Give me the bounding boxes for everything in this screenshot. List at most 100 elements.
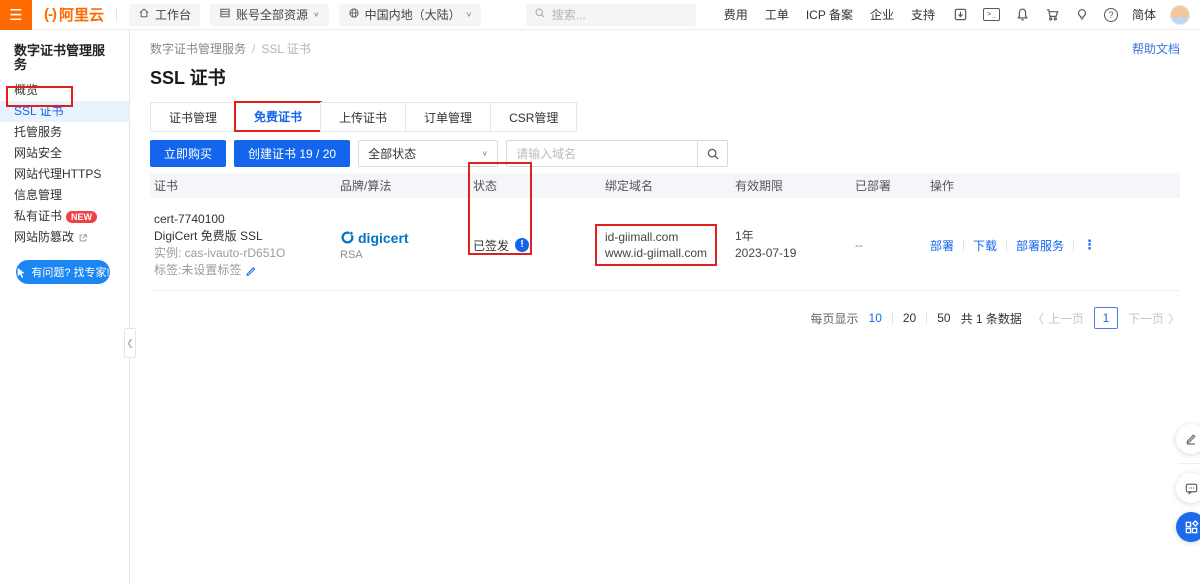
sidebar-item-website-security[interactable]: 网站安全 [0, 143, 129, 164]
download-action[interactable]: 下载 [973, 237, 997, 254]
certificate-instance: 实例: cas-ivauto-rD651O [154, 245, 340, 262]
sidebar-item-proxy-https[interactable]: 网站代理HTTPS [0, 164, 129, 185]
region-selector[interactable]: 中国内地（大陆） ∨ [339, 4, 482, 26]
topbar-link-support[interactable]: 支持 [911, 6, 935, 23]
sidebar: 数字证书管理服务 概览 SSL 证书 托管服务 网站安全 网站代理HTTPS 信… [0, 30, 130, 585]
help-docs-link[interactable]: 帮助文档 [1132, 40, 1180, 57]
buy-now-button[interactable]: 立即购买 [150, 140, 226, 167]
user-avatar[interactable] [1170, 5, 1190, 25]
shopping-cart-icon[interactable] [1045, 7, 1060, 22]
per-page-label: 每页显示 [811, 310, 859, 327]
sidebar-item-overview[interactable]: 概览 [0, 80, 129, 101]
workbench-button[interactable]: 工作台 [129, 4, 200, 26]
app-download-icon[interactable] [953, 7, 968, 22]
domains-cell: id-giimall.com www.id-giimall.com [605, 224, 735, 266]
tab-certificate-management[interactable]: 证书管理 [150, 102, 236, 132]
domain-www: www.id-giimall.com [605, 245, 707, 261]
next-page-button[interactable]: 下一页 〉 [1128, 310, 1180, 327]
breadcrumb-parent[interactable]: 数字证书管理服务 [150, 40, 246, 57]
create-certificate-button[interactable]: 创建证书 19 / 20 [234, 140, 350, 167]
page-size-20[interactable]: 20 [903, 311, 916, 325]
tab-bar: 证书管理 免费证书 上传证书 订单管理 CSR管理 [150, 102, 1180, 132]
deploy-service-action[interactable]: 部署服务 [1016, 237, 1064, 254]
resource-selector[interactable]: 账号全部资源 ∨ [210, 4, 329, 26]
sidebar-title: 数字证书管理服务 [0, 44, 129, 72]
search-placeholder: 搜索... [552, 6, 586, 23]
breadcrumb-separator: / [252, 42, 255, 56]
domain-search-input[interactable] [506, 140, 698, 167]
edit-tags-icon[interactable] [245, 265, 256, 276]
digicert-mark-icon [340, 230, 355, 245]
tab-free-certificates[interactable]: 免费证书 [235, 102, 321, 132]
language-switcher[interactable]: 简体 [1132, 6, 1156, 23]
tab-order-management[interactable]: 订单管理 [405, 102, 491, 132]
tab-upload-certificate[interactable]: 上传证书 [320, 102, 406, 132]
globe-icon [348, 7, 360, 22]
divider [926, 313, 927, 324]
ask-expert-button[interactable]: 有问题? 找专家! [16, 260, 110, 284]
domain-search-group [506, 140, 728, 167]
divider [1073, 239, 1074, 251]
breadcrumb-current: SSL 证书 [261, 40, 311, 57]
logo-bracket-mark: (-) [44, 6, 56, 23]
chevron-right-icon: 〉 [1168, 310, 1180, 327]
current-page-button[interactable]: 1 [1094, 307, 1118, 329]
topbar-link-enterprise[interactable]: 企业 [870, 6, 894, 23]
breadcrumb: 数字证书管理服务 / SSL 证书 帮助文档 [150, 40, 1180, 57]
help-question-icon[interactable]: ? [1104, 8, 1118, 22]
search-icon [706, 147, 720, 161]
lightbulb-icon[interactable] [1075, 7, 1089, 22]
topbar-link-billing[interactable]: 费用 [724, 6, 748, 23]
topbar-link-tickets[interactable]: 工单 [765, 6, 789, 23]
tab-csr-management[interactable]: CSR管理 [490, 102, 577, 132]
hamburger-menu-icon[interactable]: ☰ [0, 0, 32, 30]
info-icon[interactable]: ! [515, 238, 529, 252]
page-size-10[interactable]: 10 [869, 311, 882, 325]
search-icon [534, 7, 546, 22]
global-search-input[interactable]: 搜索... [526, 4, 696, 26]
brand-name: digicert [358, 230, 409, 246]
page-size-50[interactable]: 50 [937, 311, 950, 325]
certificate-cell: cert-7740100 DigiCert 免费版 SSL 实例: cas-iv… [150, 211, 340, 279]
feedback-edit-button[interactable] [1176, 424, 1200, 454]
aliyun-logo[interactable]: (-) 阿里云 [44, 4, 104, 25]
cloudshell-terminal-icon[interactable]: >_ [983, 8, 1000, 21]
status-filter-value: 全部状态 [368, 145, 416, 162]
table-row: cert-7740100 DigiCert 免费版 SSL 实例: cas-iv… [150, 198, 1180, 291]
validity-cell: 1年 2023-07-19 [735, 228, 855, 262]
sidebar-item-info-management[interactable]: 信息管理 [0, 185, 129, 206]
table-header-row: 证书 品牌/算法 状态 绑定域名 有效期限 已部署 操作 [150, 173, 1180, 198]
domain-search-button[interactable] [698, 140, 728, 167]
chevron-down-icon: ∨ [481, 149, 488, 158]
resource-selector-label: 账号全部资源 [236, 6, 308, 23]
chat-support-button[interactable] [1176, 473, 1200, 503]
chat-bubble-icon [1184, 481, 1199, 496]
header-validity: 有效期限 [735, 177, 855, 194]
more-actions-icon[interactable]: ⋮ [1083, 237, 1096, 253]
notification-bell-icon[interactable] [1015, 7, 1030, 22]
validity-period: 1年 [735, 228, 855, 245]
sidebar-item-private-certificates[interactable]: 私有证书 NEW [0, 206, 129, 227]
external-link-icon [78, 233, 88, 243]
status-filter-select[interactable]: 全部状态 ∨ [358, 140, 498, 167]
main-content: 数字证书管理服务 / SSL 证书 帮助文档 SSL 证书 证书管理 免费证书 … [130, 30, 1200, 585]
sidebar-item-ssl-certificates[interactable]: SSL 证书 [0, 101, 129, 122]
chevron-left-icon: 〈 [1032, 310, 1044, 327]
sidebar-collapse-handle[interactable]: ❮ [124, 328, 136, 358]
digicert-logo: digicert [340, 230, 473, 246]
header-status: 状态 [473, 177, 605, 194]
logo-text: 阿里云 [59, 4, 104, 25]
sidebar-item-hosting-service[interactable]: 托管服务 [0, 122, 129, 143]
topbar-link-icp[interactable]: ICP 备案 [806, 6, 853, 23]
deploy-action[interactable]: 部署 [930, 237, 954, 254]
certificates-table: 证书 品牌/算法 状态 绑定域名 有效期限 已部署 操作 cert-774010… [150, 173, 1180, 291]
prev-page-button[interactable]: 〈 上一页 [1032, 310, 1084, 327]
certificate-id: cert-7740100 [154, 211, 340, 228]
top-navigation-bar: ☰ (-) 阿里云 工作台 账号全部资源 ∨ 中国内地（大陆） ∨ [0, 0, 1200, 30]
sidebar-item-anti-tamper[interactable]: 网站防篡改 [0, 227, 129, 248]
region-selector-label: 中国内地（大陆） [365, 6, 461, 23]
pencil-icon [1184, 432, 1198, 446]
console-apps-button[interactable] [1176, 512, 1200, 542]
chevron-down-icon: ∨ [313, 10, 320, 19]
chevron-down-icon: ∨ [466, 10, 473, 19]
